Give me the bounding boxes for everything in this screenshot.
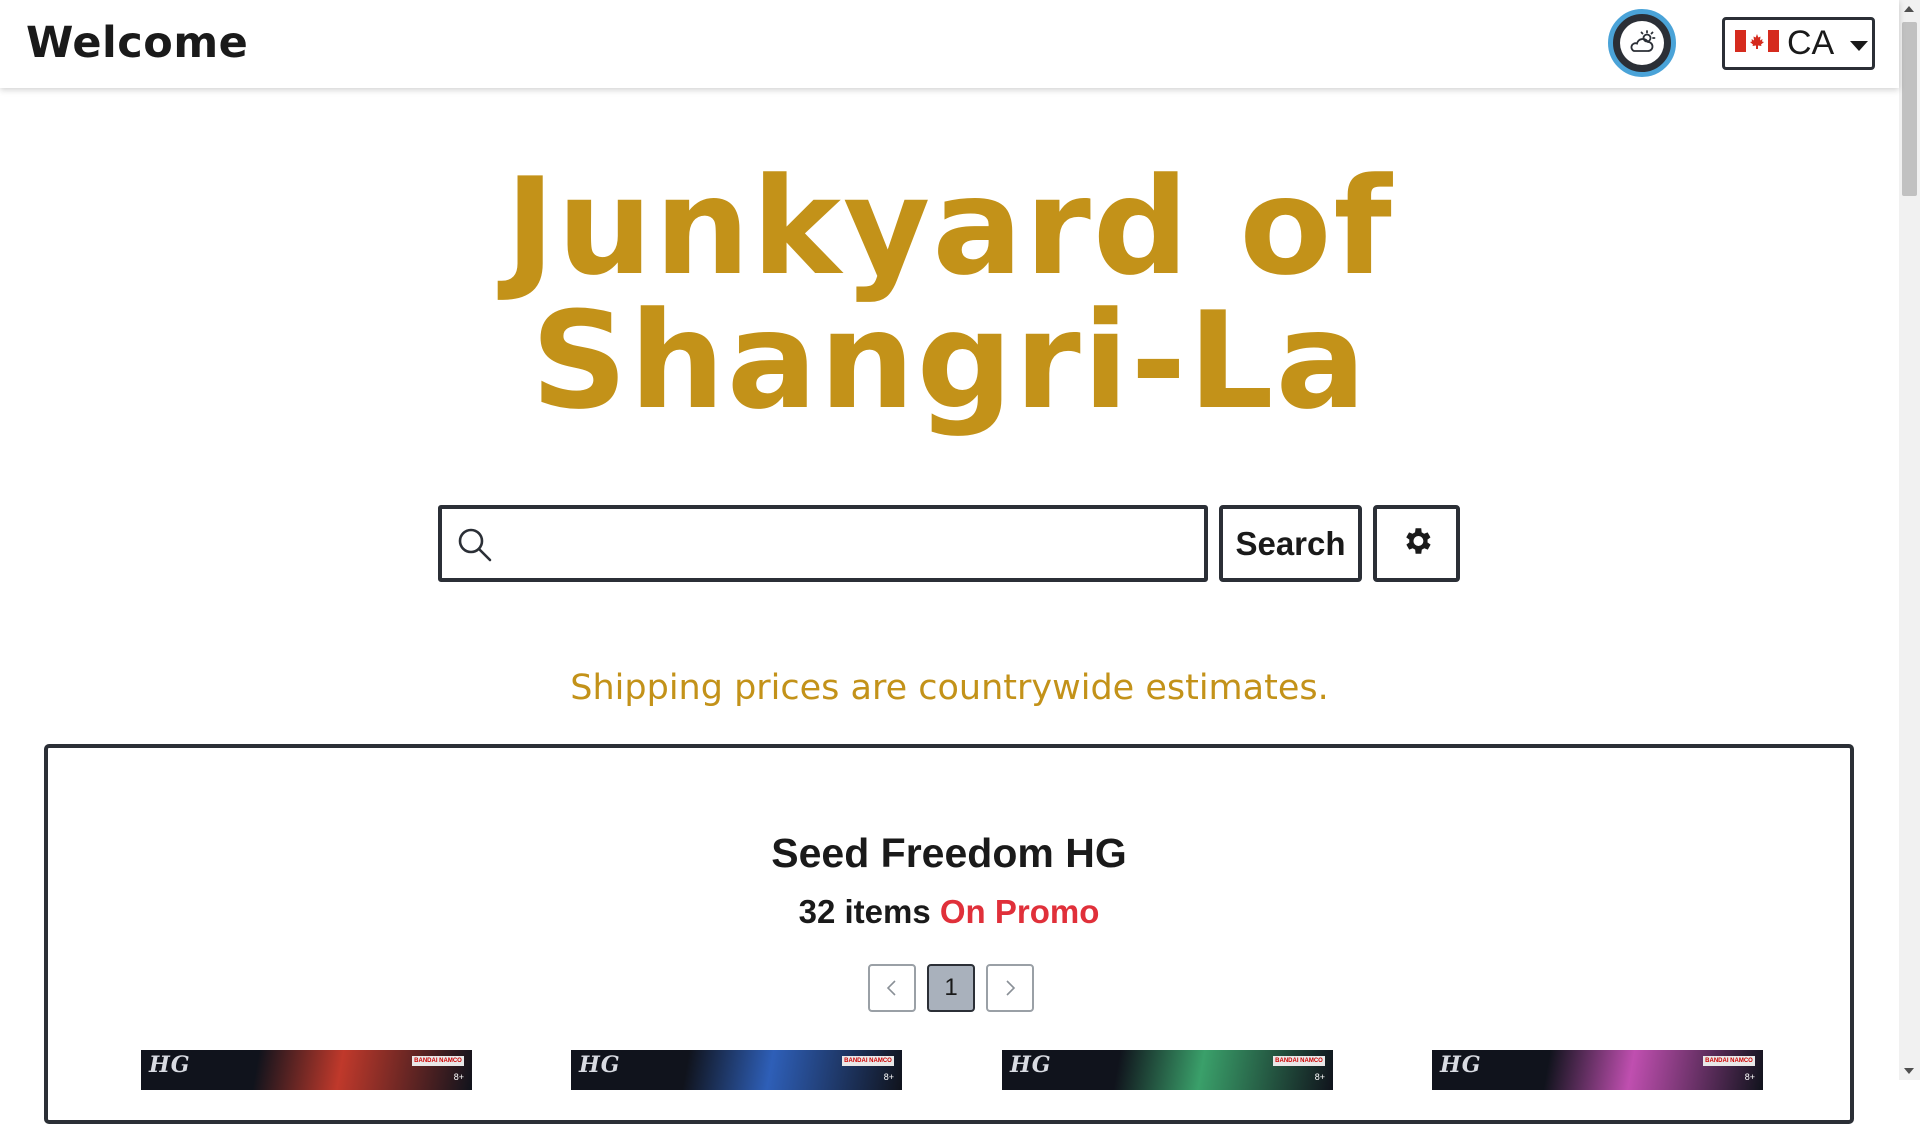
shipping-note: Shipping prices are countrywide estimate…	[570, 668, 1329, 708]
search-icon	[456, 526, 494, 569]
chevron-left-icon	[885, 978, 899, 998]
top-bar: Welcome CA	[0, 0, 1899, 88]
product-grade-badge: HG	[1440, 1052, 1482, 1078]
product-age-rating: 8+	[1744, 1072, 1755, 1082]
product-age-rating: 8+	[883, 1072, 894, 1082]
scroll-up-icon[interactable]	[1904, 6, 1914, 12]
site-title-line-1: Junkyard of	[505, 149, 1394, 305]
cloud-sun-icon	[1620, 21, 1664, 65]
scroll-down-icon[interactable]	[1904, 1068, 1914, 1074]
caret-down-icon	[1850, 40, 1869, 51]
collection-summary: 32 items On Promo	[48, 893, 1850, 931]
product-brand-logo: BANDAI NAMCO	[842, 1056, 894, 1066]
country-selector[interactable]: CA	[1722, 17, 1875, 70]
next-page-button[interactable]	[986, 964, 1034, 1012]
site-title-line-2: Shangri-La	[530, 283, 1369, 439]
scroll-thumb[interactable]	[1902, 22, 1917, 196]
page-scrollbar[interactable]	[1899, 0, 1920, 1080]
site-title: Junkyard of Shangri-La	[0, 160, 1899, 428]
product-grade-badge: HG	[579, 1052, 621, 1078]
product-grid: HG BANDAI NAMCO 8+ HG BANDAI NAMCO 8+ HG…	[141, 1050, 1781, 1090]
theme-toggle-button[interactable]	[1608, 9, 1676, 77]
collection-title: Seed Freedom HG	[771, 830, 1127, 876]
product-age-rating: 8+	[1314, 1072, 1325, 1082]
promo-label: On Promo	[939, 893, 1100, 930]
canada-flag-icon	[1735, 30, 1779, 57]
product-card[interactable]: HG BANDAI NAMCO 8+	[571, 1050, 902, 1090]
product-brand-logo: BANDAI NAMCO	[1703, 1056, 1755, 1066]
prev-page-button[interactable]	[868, 964, 916, 1012]
search-input[interactable]	[504, 517, 1198, 573]
pagination: 1	[868, 964, 1034, 1012]
product-brand-logo: BANDAI NAMCO	[1273, 1056, 1325, 1066]
product-grade-badge: HG	[149, 1052, 191, 1078]
gear-icon	[1400, 524, 1434, 563]
search-box[interactable]	[438, 505, 1208, 582]
product-card[interactable]: HG BANDAI NAMCO 8+	[1432, 1050, 1763, 1090]
product-brand-logo: BANDAI NAMCO	[412, 1056, 464, 1066]
item-count: 32 items	[798, 893, 931, 930]
country-code: CA	[1787, 24, 1835, 62]
collection-panel: Seed Freedom HG 32 items On Promo 1 HG B…	[44, 744, 1854, 1124]
product-card[interactable]: HG BANDAI NAMCO 8+	[1002, 1050, 1333, 1090]
welcome-title: Welcome	[26, 18, 249, 68]
search-button[interactable]: Search	[1219, 505, 1362, 582]
product-grade-badge: HG	[1010, 1052, 1052, 1078]
product-age-rating: 8+	[453, 1072, 464, 1082]
search-settings-button[interactable]	[1373, 505, 1460, 582]
chevron-right-icon	[1003, 978, 1017, 998]
product-card[interactable]: HG BANDAI NAMCO 8+	[141, 1050, 472, 1090]
page-button-current[interactable]: 1	[927, 964, 975, 1012]
